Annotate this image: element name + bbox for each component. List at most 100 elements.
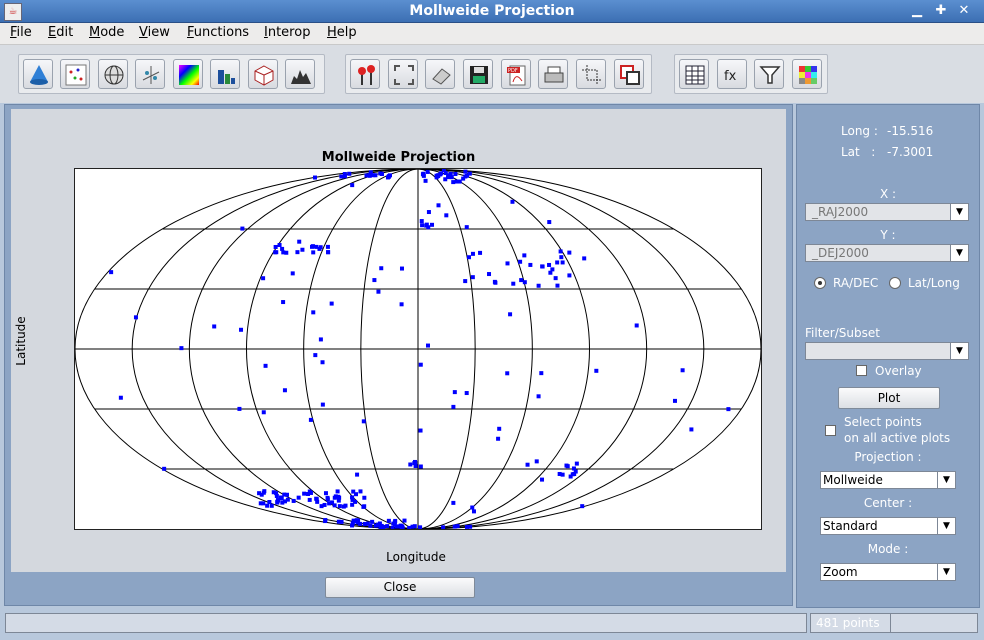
menu-functions[interactable]: Functions — [187, 25, 249, 40]
data-point — [418, 464, 423, 469]
data-point — [280, 246, 285, 251]
mode-select[interactable]: Zoom ▼ — [820, 563, 956, 581]
scatter-3d-button[interactable] — [135, 59, 165, 89]
menu-file[interactable]: File — [10, 25, 32, 40]
data-point — [302, 491, 307, 496]
data-point — [379, 171, 384, 176]
data-point — [237, 406, 242, 411]
data-point — [418, 525, 423, 530]
menu-interop[interactable]: Interop — [264, 25, 310, 40]
overlay-checkbox[interactable] — [856, 365, 867, 376]
table-button[interactable] — [679, 59, 709, 89]
data-point — [567, 273, 572, 278]
data-point — [162, 466, 167, 471]
svg-text:fx: fx — [724, 69, 737, 84]
density-map-button[interactable] — [173, 59, 203, 89]
data-point — [311, 250, 316, 255]
pin-button[interactable] — [350, 59, 380, 89]
data-point — [580, 504, 585, 509]
data-point — [466, 255, 471, 260]
data-point — [361, 504, 366, 509]
print-button[interactable] — [538, 59, 568, 89]
data-point — [470, 251, 475, 256]
menu-view[interactable]: View — [139, 25, 170, 40]
plot-area[interactable] — [74, 168, 762, 530]
filter-button[interactable] — [754, 59, 784, 89]
data-point — [412, 524, 417, 529]
export-pdf-button[interactable]: PDF — [501, 59, 531, 89]
cube-plot-button[interactable] — [248, 59, 278, 89]
data-point — [347, 171, 352, 176]
data-point — [560, 472, 565, 477]
cone-plot-button[interactable] — [23, 59, 53, 89]
data-point — [259, 492, 264, 497]
save-icon — [470, 66, 488, 84]
color-grid-button[interactable] — [792, 59, 822, 89]
overlay-button[interactable] — [614, 59, 644, 89]
data-point — [689, 427, 694, 432]
plot-button[interactable]: Plot — [838, 387, 940, 409]
data-point — [314, 496, 319, 501]
maximize-icon[interactable]: ✚ — [932, 2, 950, 20]
data-point — [325, 495, 330, 500]
data-point — [451, 404, 456, 409]
data-point — [574, 461, 579, 466]
y-column-select[interactable]: _DEJ2000 ▼ — [805, 244, 969, 262]
data-point — [518, 259, 523, 264]
menu-help[interactable]: Help — [327, 25, 357, 40]
crop-button[interactable] — [576, 59, 606, 89]
close-window-icon[interactable]: ✕ — [955, 2, 973, 20]
stacked-plot-button[interactable] — [285, 59, 315, 89]
data-point — [505, 261, 510, 266]
data-point — [441, 525, 446, 530]
data-point — [430, 222, 435, 227]
radio-latlong[interactable] — [889, 277, 901, 289]
menu-edit[interactable]: Edit — [48, 25, 73, 40]
data-point — [282, 388, 287, 393]
menu-mode[interactable]: Mode — [89, 25, 124, 40]
data-point — [467, 171, 472, 176]
data-point — [336, 498, 341, 503]
data-point — [508, 312, 513, 317]
x-column-select[interactable]: _RAJ2000 ▼ — [805, 203, 969, 221]
data-point — [594, 368, 599, 373]
data-point — [471, 509, 476, 514]
center-label: Center : — [863, 496, 913, 510]
histogram-icon — [218, 70, 235, 84]
eraser-button[interactable] — [425, 59, 455, 89]
data-point — [452, 524, 457, 529]
data-point — [308, 490, 313, 495]
mollweide-plot[interactable] — [74, 168, 762, 530]
data-point — [493, 280, 498, 285]
data-point — [308, 417, 313, 422]
minimize-icon[interactable]: ▁ — [908, 2, 926, 20]
data-point — [548, 270, 553, 275]
y-axis-label: Latitude — [14, 316, 28, 366]
data-point — [281, 300, 286, 305]
data-point — [505, 371, 510, 376]
scatter-plot-button[interactable] — [60, 59, 90, 89]
histogram-button[interactable] — [210, 59, 240, 89]
close-button[interactable]: Close — [325, 577, 475, 598]
save-button[interactable] — [463, 59, 493, 89]
projection-select[interactable]: Mollweide ▼ — [820, 471, 956, 489]
filter-select[interactable]: ▼ — [805, 342, 969, 360]
data-point — [314, 244, 319, 249]
radio-radec[interactable] — [814, 277, 826, 289]
data-point — [337, 504, 342, 509]
lat-value: -7.3001 — [887, 145, 934, 159]
sky-plot-button[interactable] — [98, 59, 128, 89]
data-point — [436, 203, 441, 208]
fit-view-button[interactable] — [388, 59, 418, 89]
fx-button[interactable]: fx — [717, 59, 747, 89]
toolbar-group-actions: PDF — [345, 54, 652, 94]
data-point — [463, 169, 468, 174]
data-point — [399, 302, 404, 307]
center-select[interactable]: Standard ▼ — [820, 517, 956, 535]
data-point — [424, 223, 429, 228]
data-point — [339, 174, 344, 179]
data-point — [109, 270, 114, 275]
data-point — [419, 219, 424, 224]
select-points-checkbox[interactable] — [825, 425, 836, 436]
filter-icon — [759, 66, 781, 84]
